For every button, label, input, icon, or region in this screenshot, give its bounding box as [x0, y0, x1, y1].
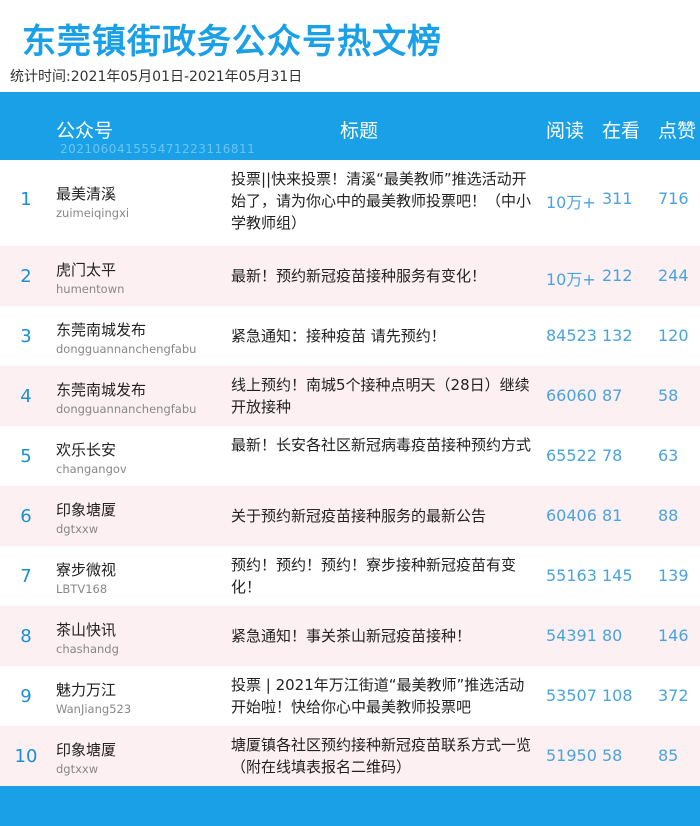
table-row: 8 茶山快讯 chashandg 紧急通知！事关茶山新冠疫苗接种！ 54391 …: [0, 606, 700, 666]
column-header-account: 公众号: [56, 120, 114, 142]
like-count: 146: [658, 626, 689, 645]
account-id: dgtxxw: [56, 522, 99, 536]
page-title: 东莞镇街政务公众号热文榜: [22, 22, 442, 62]
article-title: 紧急通知：接种疫苗 请先预约！: [231, 327, 446, 345]
like-count: 88: [658, 506, 679, 525]
like-count: 58: [658, 386, 679, 405]
watch-count: 80: [602, 626, 623, 645]
table-header: 公众号 标题 阅读 在看 点赞 20210604155547122311681​…: [0, 98, 700, 160]
table-row: 10 印象塘厦 dgtxxw 塘厦镇各社区预约接种新冠疫苗联系方式一览（附在线填…: [0, 726, 700, 786]
rank-number: 8: [20, 626, 32, 647]
rank-number: 10: [14, 746, 38, 767]
ranking-table: 1 最美清溪 zuimeiqingxi 投票||快来投票！清溪“最美教师”推选活…: [0, 160, 700, 786]
table-row: 6 印象塘厦 dgtxxw 关于预约新冠疫苗接种服务的最新公告 60406 81…: [0, 486, 700, 546]
article-title: 线上预约！南城5个接种点明天（28日）继续开放接种: [231, 376, 530, 416]
article-title: 最新！长安各社区新冠病毒疫苗接种预约方式: [231, 436, 532, 454]
account-name: 印象塘厦: [56, 501, 117, 519]
watch-count: 108: [602, 686, 633, 705]
account-id: zuimeiqingxi: [56, 206, 130, 220]
read-count: 53507: [546, 686, 597, 705]
rank-number: 4: [20, 386, 32, 407]
read-count: 60406: [546, 506, 597, 525]
account-name: 寮步微视: [56, 561, 117, 579]
like-count: 85: [658, 746, 679, 765]
watch-count: 87: [602, 386, 623, 405]
watch-count: 145: [602, 566, 633, 585]
article-title: 投票||快来投票！清溪“最美教师”推选活动开始了，请为你心中的最美教师投票吧！（…: [231, 170, 532, 232]
like-count: 120: [658, 326, 689, 345]
account-id: humentown: [56, 282, 125, 296]
watch-count: 311: [602, 189, 633, 208]
read-count: 55163: [546, 566, 597, 585]
article-title: 最新！预约新冠疫苗接种服务有变化！: [231, 267, 487, 285]
watermark-code: 20210604155547122311681​1: [60, 142, 256, 156]
rank-number: 9: [20, 686, 32, 707]
rank-number: 2: [20, 266, 32, 287]
article-title: 关于预约新冠疫苗接种服务的最新公告: [231, 507, 487, 525]
account-name: 最美清溪: [56, 185, 117, 203]
read-count: 84523: [546, 326, 597, 345]
rank-number: 1: [20, 189, 32, 210]
watch-count: 81: [602, 506, 623, 525]
account-name: 魅力万江: [56, 681, 117, 699]
table-row: 1 最美清溪 zuimeiqingxi 投票||快来投票！清溪“最美教师”推选活…: [0, 160, 700, 246]
account-id: dongguannanchengfabu: [56, 342, 197, 356]
column-header-title: 标题: [340, 120, 379, 142]
like-count: 244: [658, 266, 689, 285]
account-id: changangov: [56, 462, 127, 476]
rank-number: 7: [20, 566, 32, 587]
table-row: 5 欢乐长安 changangov 最新！长安各社区新冠病毒疫苗接种预约方式 6…: [0, 426, 700, 486]
table-row: 7 寮步微视 LBTV168 预约！预约！预约！寮步接种新冠疫苗有变化！ 551…: [0, 546, 700, 606]
column-header-like: 点赞: [658, 120, 697, 142]
account-id: LBTV168: [56, 582, 108, 596]
watch-count: 78: [602, 446, 623, 465]
like-count: 372: [658, 686, 689, 705]
account-name: 虎门太平: [56, 261, 117, 279]
column-header-watch: 在看: [602, 120, 641, 142]
like-count: 63: [658, 446, 679, 465]
read-count: 10万+: [546, 193, 596, 212]
account-id: WanJiang523: [56, 702, 132, 716]
read-count: 65522: [546, 446, 597, 465]
rank-number: 5: [20, 446, 32, 467]
statistics-period: 统计时间:2021年05月01日-2021年05月31日: [10, 69, 303, 85]
article-title: 塘厦镇各社区预约接种新冠疫苗联系方式一览（附在线填表报名二维码）: [231, 736, 532, 776]
account-name: 印象塘厦: [56, 741, 117, 759]
table-row: 3 东莞南城发布 dongguannanchengfabu 紧急通知：接种疫苗 …: [0, 306, 700, 366]
account-id: dongguannanchengfabu: [56, 402, 197, 416]
footer-bar: [0, 786, 700, 826]
rank-number: 3: [20, 326, 32, 347]
watch-count: 58: [602, 746, 623, 765]
account-name: 东莞南城发布: [56, 321, 147, 339]
account-name: 茶山快讯: [56, 621, 117, 639]
table-row: 9 魅力万江 WanJiang523 投票 | 2021年万江街道“最美教师”推…: [0, 666, 700, 726]
watch-count: 132: [602, 326, 633, 345]
rank-number: 6: [20, 506, 32, 527]
account-id: dgtxxw: [56, 762, 99, 776]
article-title: 投票 | 2021年万江街道“最美教师”推选活动开始啦！快给你心中最美教师投票吧: [231, 676, 525, 716]
account-id: chashandg: [56, 642, 119, 656]
article-title: 紧急通知！事关茶山新冠疫苗接种！: [231, 627, 472, 645]
column-header-read: 阅读: [546, 120, 585, 142]
read-count: 54391: [546, 626, 597, 645]
read-count: 66060: [546, 386, 597, 405]
like-count: 139: [658, 566, 689, 585]
read-count: 51950: [546, 746, 597, 765]
table-row: 2 虎门太平 humentown 最新！预约新冠疫苗接种服务有变化！ 10万+ …: [0, 246, 700, 306]
account-name: 东莞南城发布: [56, 381, 147, 399]
article-title: 预约！预约！预约！寮步接种新冠疫苗有变化！: [231, 556, 517, 596]
read-count: 10万+: [546, 270, 596, 289]
table-row: 4 东莞南城发布 dongguannanchengfabu 线上预约！南城5个接…: [0, 366, 700, 426]
account-name: 欢乐长安: [56, 441, 117, 459]
like-count: 716: [658, 189, 689, 208]
watch-count: 212: [602, 266, 633, 285]
